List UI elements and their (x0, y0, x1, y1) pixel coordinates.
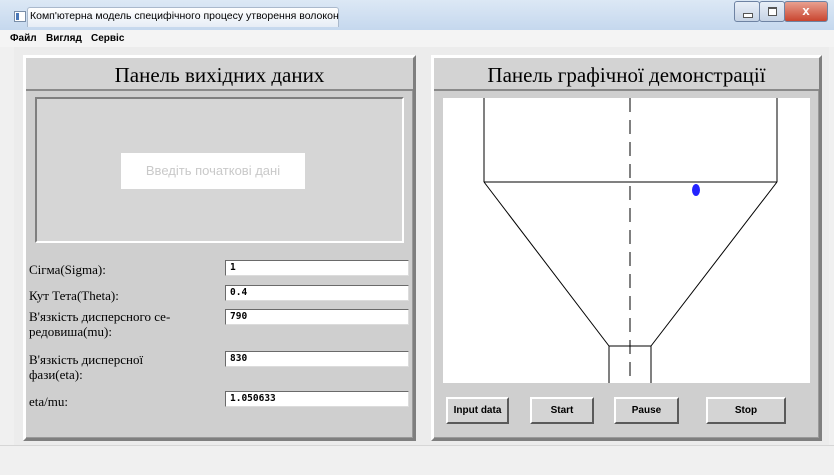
stop-button[interactable]: Stop (706, 397, 786, 424)
menu-view[interactable]: Вигляд (46, 33, 82, 44)
graphic-demo-panel: Панель графічної демонстрації Input data… (431, 55, 822, 441)
input-panel-title: Панель вихідних даних (26, 58, 413, 91)
maximize-icon (768, 7, 777, 16)
minimize-icon (743, 13, 753, 18)
funnel-diagram (483, 98, 778, 383)
theta-label: Кут Тета(Theta): (29, 288, 119, 303)
input-data-button[interactable]: Input data (446, 397, 509, 424)
input-data-panel: Панель вихідних даних Введіть початкові … (23, 55, 416, 441)
mu-input[interactable]: 790 (225, 309, 409, 325)
funnel-right-side (650, 181, 778, 347)
eta-input[interactable]: 830 (225, 351, 409, 367)
ratio-input[interactable]: 1.050633 (225, 391, 409, 407)
simulation-canvas (443, 98, 810, 383)
prompt-message: Введіть початкові дані (121, 153, 305, 189)
menu-file[interactable]: Файл (10, 33, 37, 44)
close-icon: x (802, 3, 810, 18)
app-icon (14, 11, 26, 22)
title-bar: Комп'ютерна модель специфічного процесу … (0, 0, 834, 30)
minimize-button[interactable] (734, 1, 760, 22)
mu-label: В'язкість дисперсного се-редовиша(mu): (29, 309, 171, 339)
sigma-label: Сігма(Sigma): (29, 262, 106, 277)
menu-service[interactable]: Сервіс (91, 33, 124, 44)
droplet-particle (692, 184, 700, 196)
graphic-panel-title: Панель графічної демонстрації (434, 58, 819, 91)
window-title: Комп'ютерна модель специфічного процесу … (30, 10, 339, 22)
funnel-left-side (483, 181, 610, 347)
sigma-input[interactable]: 1 (225, 260, 409, 276)
start-button[interactable]: Start (530, 397, 594, 424)
status-bar (0, 445, 834, 475)
ratio-label: eta/mu: (29, 394, 68, 409)
window-controls: x (734, 1, 828, 22)
menu-bar: Файл Вигляд Сервіс (0, 30, 834, 47)
theta-input[interactable]: 0.4 (225, 285, 409, 301)
message-area: Введіть початкові дані (35, 97, 404, 243)
close-button[interactable]: x (784, 1, 828, 22)
pause-button[interactable]: Pause (614, 397, 679, 424)
maximize-button[interactable] (759, 1, 785, 22)
eta-label: В'язкість дисперсної фази(eta): (29, 352, 144, 382)
